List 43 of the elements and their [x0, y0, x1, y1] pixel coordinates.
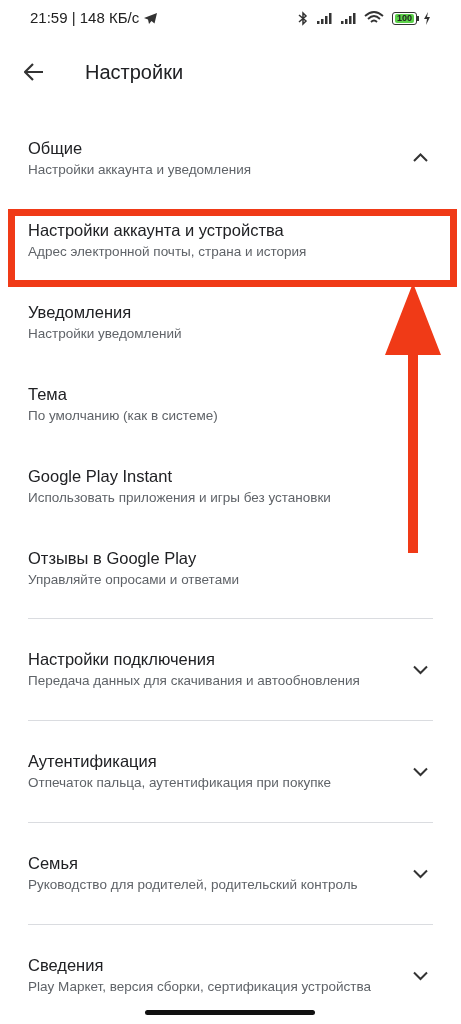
- item-title: Тема: [28, 383, 68, 405]
- item-subtitle: Отпечаток пальца, аутентификация при покупке: [28, 774, 333, 792]
- settings-item[interactable]: Настройки аккаунта и устройства Адрес электронной почты, страна и история: [0, 199, 461, 281]
- expand-chevron-icon: [413, 664, 428, 675]
- collapse-chevron-icon: [413, 153, 428, 163]
- item-subtitle: Управляйте опросами и ответами: [28, 570, 240, 589]
- charging-icon: [423, 11, 431, 25]
- back-arrow-icon: [24, 63, 44, 81]
- item-subtitle: Настройки аккаунта и уведомления: [28, 160, 253, 179]
- expand-chevron-icon: [413, 970, 428, 981]
- battery-level: 100: [394, 13, 414, 23]
- settings-item[interactable]: Google Play Instant Использовать приложения и игры без установки: [0, 445, 461, 527]
- item-subtitle: Адрес электронной почты, страна и история: [28, 242, 308, 261]
- item-subtitle: Play Маркет, версия сборки, сертификация устройства: [28, 978, 372, 996]
- section-header[interactable]: Семья Руководство для родителей, родительский контроль: [0, 823, 461, 924]
- item-subtitle: По умолчанию (как в системе): [28, 406, 219, 425]
- section-header[interactable]: Общие Настройки аккаунта и уведомления: [0, 117, 461, 199]
- item-subtitle: Передача данных для скачивания и автообновления: [28, 672, 361, 690]
- item-subtitle: Использовать приложения и игры без установки: [28, 488, 332, 507]
- status-time: 21:59 | 148 КБ/с: [30, 7, 140, 28]
- page-title: Настройки: [85, 60, 184, 85]
- expand-chevron-icon: [413, 868, 428, 879]
- item-title: Отзывы в Google Play: [28, 547, 198, 569]
- item-title: Уведомления: [28, 301, 133, 323]
- section-header[interactable]: Аутентификация Отпечаток пальца, аутентификация при покупке: [0, 721, 461, 822]
- item-title: Настройки аккаунта и устройства: [28, 219, 285, 241]
- section-header[interactable]: Сведения Play Маркет, версия сборки, сертификация устройства: [0, 925, 461, 1024]
- expand-chevron-icon: [413, 766, 428, 777]
- settings-item[interactable]: Тема По умолчанию (как в системе): [0, 363, 461, 445]
- settings-item[interactable]: Уведомления Настройки уведомлений: [0, 281, 461, 363]
- item-subtitle: Руководство для родителей, родительский контроль: [28, 876, 359, 894]
- item-title: Настройки подключения: [28, 649, 216, 670]
- bluetooth-icon: [297, 10, 308, 26]
- send-icon: [143, 11, 159, 25]
- item-title: Google Play Instant: [28, 465, 173, 487]
- item-title: Общие: [28, 137, 84, 159]
- wifi-icon: [363, 11, 384, 25]
- settings-item[interactable]: Отзывы в Google Play Управляйте опросами и ответами: [0, 527, 461, 609]
- item-title: Сведения: [28, 955, 105, 976]
- item-title: Аутентификация: [28, 751, 158, 772]
- item-title: Семья: [28, 853, 79, 874]
- item-subtitle: Настройки уведомлений: [28, 324, 183, 343]
- section-header[interactable]: Настройки подключения Передача данных для скачивания и автообновления: [0, 619, 461, 720]
